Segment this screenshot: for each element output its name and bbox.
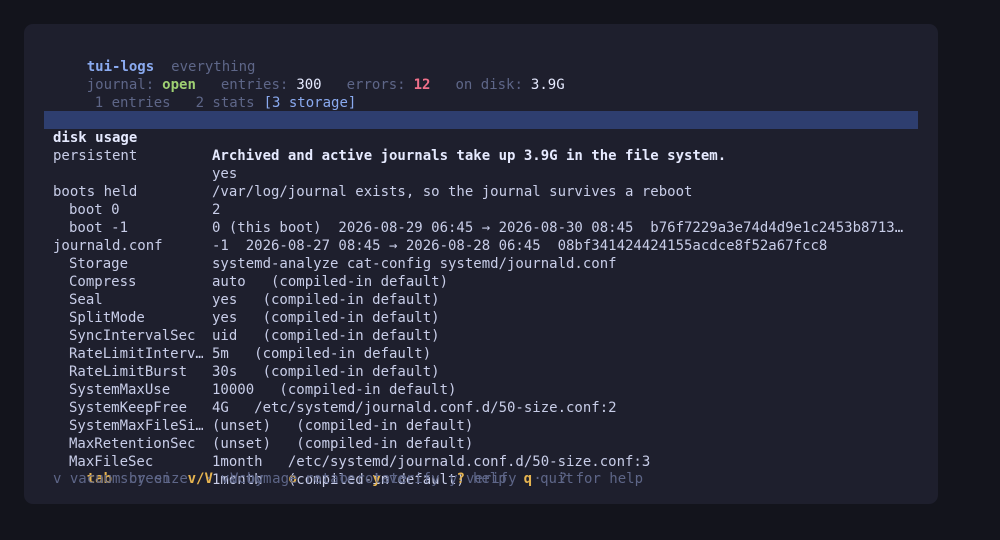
table-row[interactable]: SystemMaxFileSi… (unset) (compiled-in de… [44,399,918,452]
table-row[interactable]: RateLimitBurst 10000 (compiled-in defaul… [44,345,918,398]
table-row[interactable]: persistent yes [44,129,918,182]
table-row[interactable]: disk usage Archived and active journals … [44,111,918,164]
table-row[interactable]: journald.conf systemd-analyze cat-config… [44,219,918,272]
table-row[interactable]: Seal yes (compiled-in default) [44,273,918,326]
status-line: journal: open entries: 300 errors: 12 on disk:… [53,58,565,93]
header: tui-logs everything [53,40,256,75]
disk-size: 3.9G [530,77,565,93]
errors-count: 12 [413,77,431,93]
tab-stats[interactable]: 2 stats [196,95,255,111]
table-row[interactable]: SystemKeepFree (unset) (compiled-in defa… [44,381,918,434]
table-row[interactable]: Storage auto (compiled-in default) [44,237,918,290]
table-row[interactable]: RateLimitInterv… 30s (compiled-in defaul… [44,327,918,380]
tab-bar: 1 entries 2 stats [3 storage] [61,76,357,111]
table-row[interactable]: MaxFileSec 1month (compiled-in default) [44,435,918,488]
disk-label: on disk: [455,77,523,93]
keybar: tab screen v/V vacuum o rotate y verify? help q qu… [53,452,574,487]
table-row[interactable]: MaxRetentionSec 1month /etc/systemd/jour… [44,417,918,470]
tab-storage[interactable]: [3 storage] [264,95,357,111]
hint-line: v vacuum by size · V by age · o rotate ·… [53,471,644,487]
table-row[interactable]: SystemMaxUse 4G /etc/systemd/journald.co… [44,363,918,416]
table-row[interactable]: boots held 2 [44,165,918,218]
table-row[interactable]: Compress yes (compiled-in default) [44,255,918,308]
table-row[interactable]: SplitMode uid (compiled-in default) [44,291,918,344]
table-row[interactable]: SyncIntervalSec 5m (compiled-in default) [44,309,918,362]
tab-entries[interactable]: 1 entries [95,95,171,111]
table-row[interactable]: /var/log/journal exists, so the journal … [44,147,918,200]
terminal-window: tui-logs everything journal: open entries: 3… [24,24,938,504]
table-row[interactable]: boot -1 -1 2026-08-27 08:45 → 2026-08-28… [44,201,918,254]
table-row[interactable]: boot 0 0 (this boot) 2026-08-29 06:45 → … [44,183,918,236]
